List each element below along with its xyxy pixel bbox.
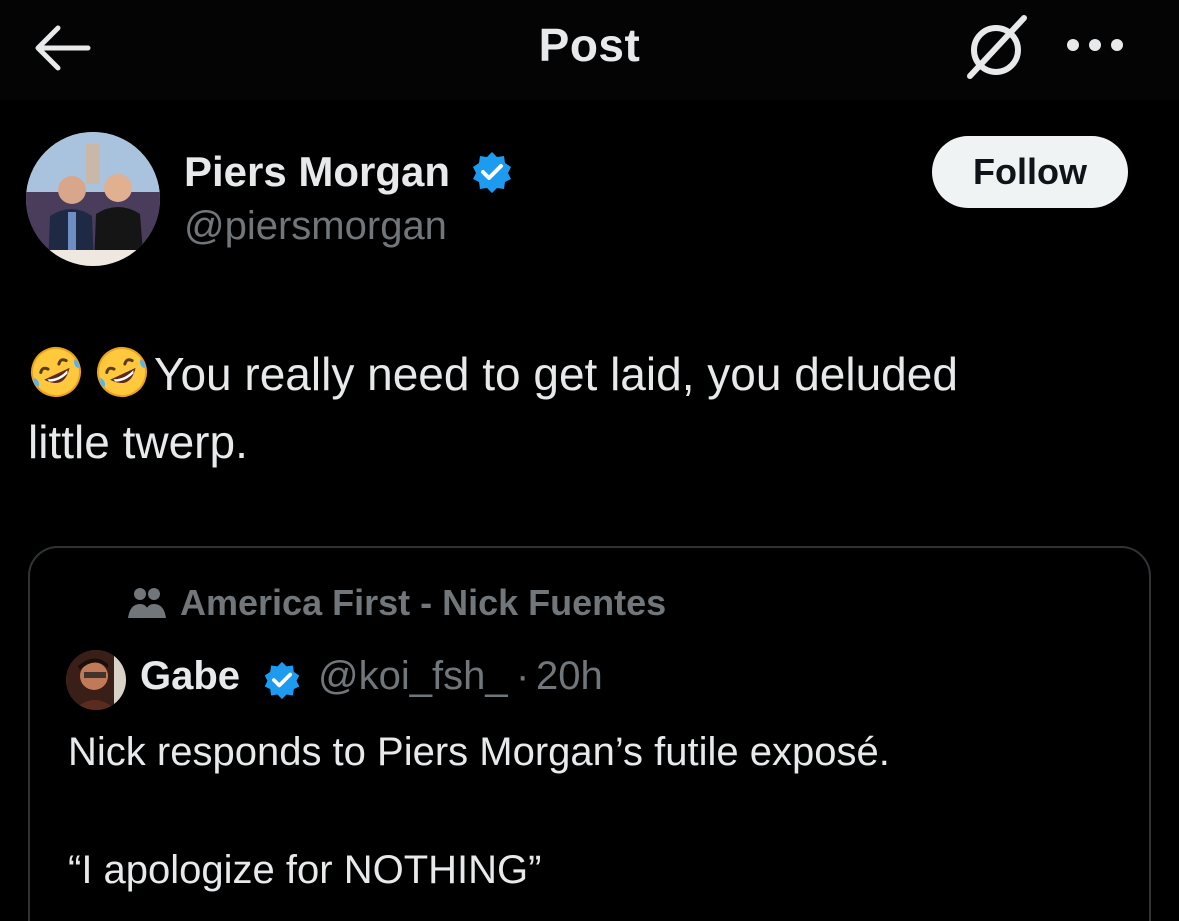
verified-badge-icon [264, 661, 300, 700]
post-text-line-1: You really need to get laid, you deluded [154, 348, 958, 400]
author-handle[interactable]: @piersmorgan [184, 204, 447, 249]
verified-badge-icon [473, 152, 511, 193]
post-detail-page: Post Piers Morgan @piersmorgan Follow Yo… [0, 0, 1179, 921]
quoted-timestamp[interactable]: 20h [536, 654, 603, 699]
avatar-photo [26, 132, 160, 266]
follow-button[interactable]: Follow [932, 136, 1128, 208]
post-text-line-2: little twerp. [28, 416, 248, 468]
community-icon [128, 588, 166, 618]
rolling-on-floor-laughing-emoji [97, 347, 147, 397]
author-name[interactable]: Piers Morgan [184, 148, 450, 196]
grok-button[interactable] [962, 14, 1032, 80]
rolling-on-floor-laughing-emoji [31, 347, 81, 397]
quoted-text-line-2: “I apologize for NOTHING” [68, 848, 542, 892]
meta-separator: · [516, 654, 530, 698]
author-avatar[interactable] [26, 132, 160, 266]
top-bar: Post [0, 0, 1179, 100]
grok-slash-icon [967, 15, 1027, 79]
ellipsis-icon [1067, 39, 1123, 51]
quoted-author-name[interactable]: Gabe [140, 654, 240, 699]
community-name[interactable]: America First - Nick Fuentes [180, 582, 666, 624]
quoted-author-handle[interactable]: @koi_fsh_ [318, 654, 508, 699]
quoted-text-line-1: Nick responds to Piers Morgan’s futile e… [68, 730, 890, 774]
post-text: You really need to get laid, you deluded… [28, 340, 1148, 476]
more-options-button[interactable] [1064, 30, 1126, 60]
quoted-author-avatar[interactable] [66, 650, 126, 710]
quoted-post-card[interactable]: America First - Nick Fuentes Gabe @koi_f… [28, 546, 1151, 921]
quoted-avatar-photo [66, 650, 126, 710]
